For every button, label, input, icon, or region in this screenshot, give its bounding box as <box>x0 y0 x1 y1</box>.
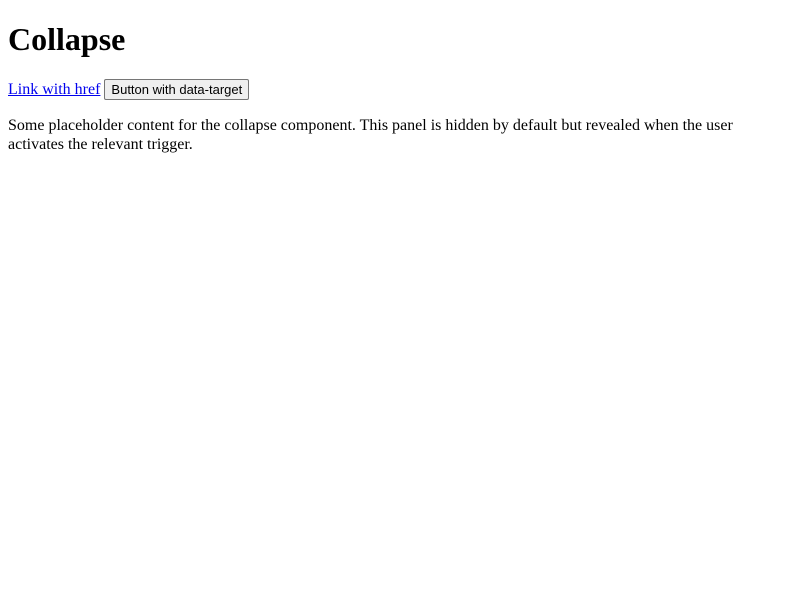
collapse-trigger-row: Link with href Button with data-target <box>8 79 792 100</box>
page-title: Collapse <box>8 21 126 57</box>
collapse-link-trigger[interactable]: Link with href <box>8 80 100 100</box>
collapse-panel-content: Some placeholder content for the collaps… <box>8 117 733 153</box>
collapse-button-trigger[interactable]: Button with data-target <box>104 79 250 100</box>
page: Collapse Link with href Button with data… <box>0 21 800 154</box>
